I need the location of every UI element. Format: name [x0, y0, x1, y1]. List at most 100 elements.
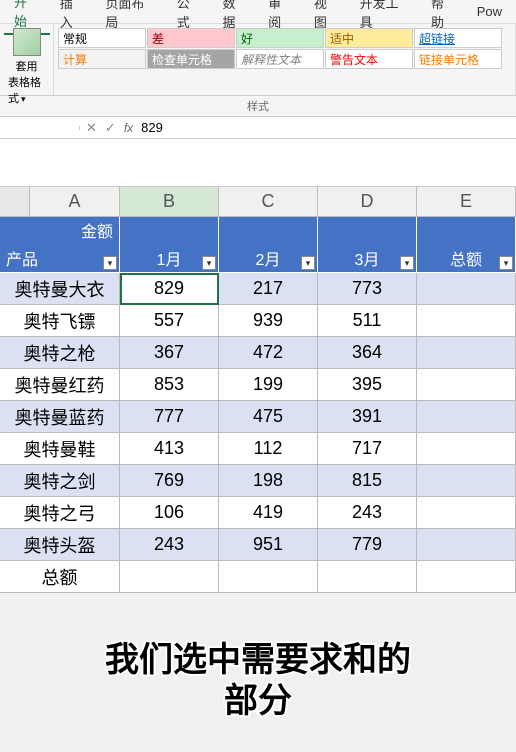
table-row: 奥特之枪367472364: [0, 337, 516, 369]
filter-button-m3[interactable]: ▾: [400, 256, 414, 270]
data-cell[interactable]: 557: [120, 305, 219, 337]
data-cell[interactable]: 777: [120, 401, 219, 433]
data-cell[interactable]: 391: [318, 401, 417, 433]
product-cell[interactable]: 奥特之枪: [0, 337, 120, 369]
data-cell[interactable]: 717: [318, 433, 417, 465]
table-format-button[interactable]: 套用 表格格式▾: [6, 26, 47, 108]
col-header-A[interactable]: A: [30, 187, 120, 216]
filter-button-product[interactable]: ▾: [103, 256, 117, 270]
data-cell[interactable]: 472: [219, 337, 318, 369]
data-cell[interactable]: 779: [318, 529, 417, 561]
formula-bar: ✕ ✓ fx: [0, 117, 516, 139]
ribbon-tab-9[interactable]: Pow: [467, 1, 512, 22]
header-product: 产品 ▾: [0, 243, 120, 272]
row-total-cell[interactable]: [417, 529, 516, 561]
total-c[interactable]: [219, 561, 318, 593]
style-good[interactable]: 好: [236, 28, 324, 48]
row-total-cell[interactable]: [417, 273, 516, 305]
data-cell[interactable]: 773: [318, 273, 417, 305]
data-cell[interactable]: 853: [120, 369, 219, 401]
product-cell[interactable]: 奥特曼蓝药: [0, 401, 120, 433]
fx-icon[interactable]: fx: [124, 121, 133, 135]
product-cell[interactable]: 奥特之弓: [0, 497, 120, 529]
style-explanatory[interactable]: 解释性文本: [236, 49, 324, 69]
confirm-icon[interactable]: ✓: [105, 120, 116, 136]
row-total-cell[interactable]: [417, 497, 516, 529]
row-total-cell[interactable]: [417, 337, 516, 369]
data-cell[interactable]: 106: [120, 497, 219, 529]
header-blank-1: [120, 217, 219, 243]
data-cell[interactable]: 395: [318, 369, 417, 401]
data-cell[interactable]: 413: [120, 433, 219, 465]
data-cell[interactable]: 815: [318, 465, 417, 497]
data-cell[interactable]: 829: [120, 273, 219, 305]
product-cell[interactable]: 奥特飞镖: [0, 305, 120, 337]
caption-line-1: 我们选中需要求和的: [0, 640, 516, 681]
total-label[interactable]: 总额: [0, 561, 120, 593]
formula-input[interactable]: [141, 120, 510, 135]
data-cell[interactable]: 475: [219, 401, 318, 433]
formula-expand-area: [0, 139, 516, 187]
product-cell[interactable]: 奥特曼红药: [0, 369, 120, 401]
data-cell[interactable]: 243: [318, 497, 417, 529]
filter-button-m1[interactable]: ▾: [202, 256, 216, 270]
style-linked-cell[interactable]: 链接单元格: [414, 49, 502, 69]
style-warning[interactable]: 警告文本: [325, 49, 413, 69]
filter-button-m2[interactable]: ▾: [301, 256, 315, 270]
style-hyperlink[interactable]: 超链接: [414, 28, 502, 48]
table-row: 奥特曼鞋413112717: [0, 433, 516, 465]
styles-group-label: 样式: [0, 96, 516, 117]
header-month-3: 3月▾: [318, 243, 417, 272]
data-area: 金额 产品 ▾ 1月▾2月▾3月▾总额▾ 奥特曼大衣829217773奥特飞镖5…: [0, 217, 516, 593]
header-blank-2: [219, 217, 318, 243]
product-cell[interactable]: 奥特曼大衣: [0, 273, 120, 305]
product-cell[interactable]: 奥特曼鞋: [0, 433, 120, 465]
select-all-corner[interactable]: [0, 187, 30, 216]
row-total-cell[interactable]: [417, 369, 516, 401]
table-row: 奥特之剑769198815: [0, 465, 516, 497]
data-cell[interactable]: 198: [219, 465, 318, 497]
data-cell[interactable]: 769: [120, 465, 219, 497]
header-month-1: 1月▾: [120, 243, 219, 272]
row-total-cell[interactable]: [417, 305, 516, 337]
style-check-cell[interactable]: 检查单元格: [147, 49, 235, 69]
table-row: 奥特曼蓝药777475391: [0, 401, 516, 433]
total-d[interactable]: [318, 561, 417, 593]
name-box[interactable]: [0, 126, 80, 130]
style-bad[interactable]: 差: [147, 28, 235, 48]
data-cell[interactable]: 511: [318, 305, 417, 337]
data-cell[interactable]: 419: [219, 497, 318, 529]
cell-styles-gallery: 常规 差 好 适中 超链接 计算 检查单元格 解释性文本 警告文本 链接单元格: [58, 28, 511, 69]
style-normal[interactable]: 常规: [58, 28, 146, 48]
product-cell[interactable]: 奥特头盔: [0, 529, 120, 561]
data-cell[interactable]: 243: [120, 529, 219, 561]
col-header-C[interactable]: C: [219, 187, 318, 216]
caption-line-2: 部分: [0, 681, 516, 722]
data-cell[interactable]: 364: [318, 337, 417, 369]
product-cell[interactable]: 奥特之剑: [0, 465, 120, 497]
filter-button-total[interactable]: ▾: [499, 256, 513, 270]
data-cell[interactable]: 112: [219, 433, 318, 465]
style-calculation[interactable]: 计算: [58, 49, 146, 69]
data-cell[interactable]: 951: [219, 529, 318, 561]
col-header-B[interactable]: B: [120, 187, 219, 216]
table-row: 奥特飞镖557939511: [0, 305, 516, 337]
spreadsheet: ABCDE 金额 产品 ▾ 1月▾2月▾3月▾总额▾ 奥特曼大衣82921777…: [0, 187, 516, 593]
table-row: 奥特之弓106419243: [0, 497, 516, 529]
data-cell[interactable]: 217: [219, 273, 318, 305]
row-total-cell[interactable]: [417, 401, 516, 433]
total-b[interactable]: [120, 561, 219, 593]
row-total-cell[interactable]: [417, 433, 516, 465]
total-e[interactable]: [417, 561, 516, 593]
total-row: 总额: [0, 561, 516, 593]
style-neutral[interactable]: 适中: [325, 28, 413, 48]
cancel-icon[interactable]: ✕: [86, 120, 97, 136]
col-header-E[interactable]: E: [417, 187, 516, 216]
data-cell[interactable]: 199: [219, 369, 318, 401]
col-header-D[interactable]: D: [318, 187, 417, 216]
format-group: 套用 表格格式▾: [0, 24, 54, 95]
data-cell[interactable]: 939: [219, 305, 318, 337]
styles-group: 常规 差 好 适中 超链接 计算 检查单元格 解释性文本 警告文本 链接单元格: [54, 24, 516, 95]
row-total-cell[interactable]: [417, 465, 516, 497]
data-cell[interactable]: 367: [120, 337, 219, 369]
